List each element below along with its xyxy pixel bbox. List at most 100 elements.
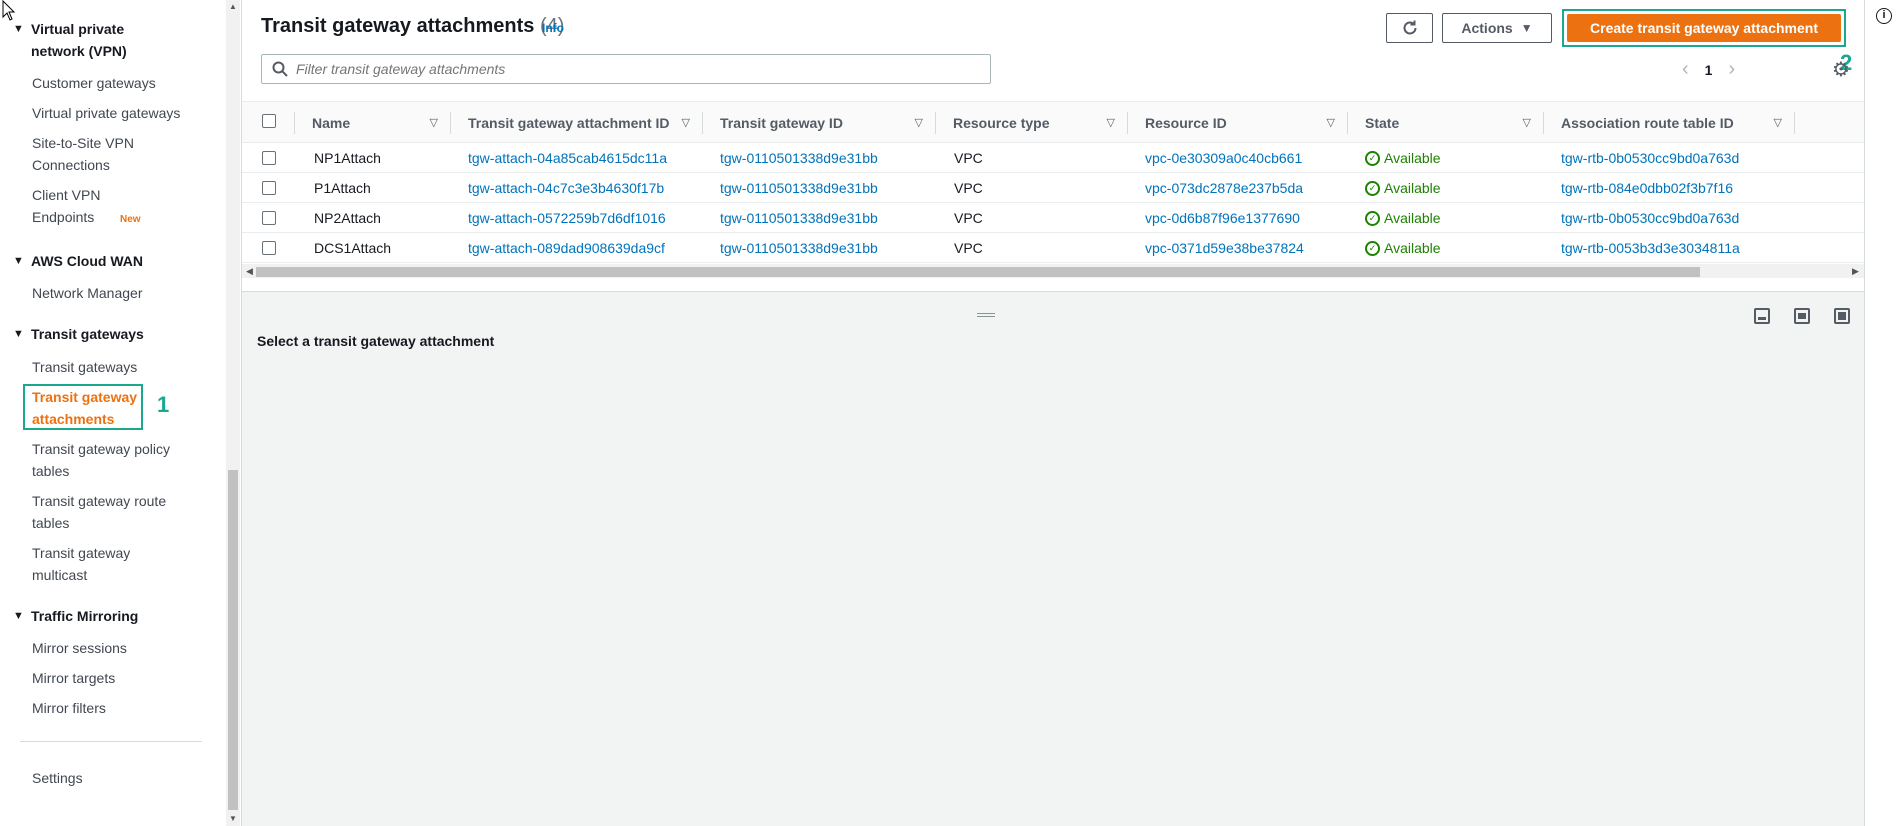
section-traffic-mirroring[interactable]: ▼ Traffic Mirroring <box>13 605 138 627</box>
sidebar-item-mirror-targets[interactable]: Mirror targets <box>32 667 192 689</box>
client-vpn-label: Client VPN Endpoints <box>32 187 101 225</box>
sidebar-item-mirror-sessions[interactable]: Mirror sessions <box>32 637 192 659</box>
sidebar-item-multicast[interactable]: Transit gateway multicast <box>32 542 147 586</box>
cell-transit-gateway-id-link[interactable]: tgw-0110501338d9e31bb <box>720 203 878 233</box>
cell-transit-gateway-id-link[interactable]: tgw-0110501338d9e31bb <box>720 233 878 263</box>
scroll-down-arrow-icon[interactable]: ▼ <box>228 814 238 823</box>
sidebar-item-settings[interactable]: Settings <box>32 767 192 789</box>
cell-resource-id-link[interactable]: vpc-0371d59e38be37824 <box>1145 233 1304 263</box>
column-header-name[interactable]: Name ▽ <box>312 102 450 143</box>
actions-label: Actions <box>1461 20 1513 36</box>
column-header-state[interactable]: State ▽ <box>1365 102 1543 143</box>
sidebar-item-virtual-private-gateways[interactable]: Virtual private gateways <box>32 102 192 124</box>
state-label: Available <box>1384 180 1441 196</box>
column-divider <box>702 112 703 134</box>
sidebar-item-transit-gateways[interactable]: Transit gateways <box>32 356 192 378</box>
cell-route-table-id-link[interactable]: tgw-rtb-0b0530cc9bd0a763d <box>1561 143 1739 173</box>
sort-icon: ▽ <box>914 117 923 129</box>
cell-attachment-id-link[interactable]: tgw-attach-04a85cab4615dc11a <box>468 143 667 173</box>
scroll-left-arrow-icon[interactable]: ◀ <box>246 264 253 278</box>
row-checkbox[interactable] <box>262 241 276 255</box>
row-checkbox[interactable] <box>262 211 276 225</box>
page-title-text: Transit gateway attachments <box>261 15 535 37</box>
column-header-resource-type[interactable]: Resource type ▽ <box>953 102 1127 143</box>
filter-input[interactable] <box>296 61 976 77</box>
sort-icon: ▽ <box>1326 117 1335 129</box>
section-transit-gateways-title: Transit gateways <box>31 326 144 342</box>
row-checkbox[interactable] <box>262 181 276 195</box>
info-link[interactable]: Info <box>542 21 564 35</box>
sort-icon: ▽ <box>1106 117 1115 129</box>
horizontal-scrollbar-thumb[interactable] <box>256 267 1700 277</box>
cell-resource-type: VPC <box>954 240 983 256</box>
cell-route-table-id-link[interactable]: tgw-rtb-0053b3d3e3034811a <box>1561 233 1740 263</box>
cell-resource-id-link[interactable]: vpc-0d6b87f96e1377690 <box>1145 203 1300 233</box>
check-circle-icon: ✓ <box>1365 240 1380 256</box>
sidebar-item-policy-tables[interactable]: Transit gateway policy tables <box>32 438 182 482</box>
split-full-view-icon[interactable] <box>1834 308 1850 324</box>
filter-box[interactable] <box>261 54 991 84</box>
cell-route-table-id-link[interactable]: tgw-rtb-0b0530cc9bd0a763d <box>1561 203 1739 233</box>
select-all-checkbox[interactable] <box>262 114 276 128</box>
column-header-transit-gateway-id[interactable]: Transit gateway ID ▽ <box>720 102 935 143</box>
section-vpn-title: Virtual private network (VPN) <box>31 21 127 59</box>
state-label: Available <box>1384 240 1441 256</box>
cell-transit-gateway-id-link[interactable]: tgw-0110501338d9e31bb <box>720 143 878 173</box>
info-icon[interactable]: i <box>1876 8 1892 24</box>
split-side-view-icon[interactable] <box>1794 308 1810 324</box>
annotation-step-1: 1 <box>157 392 170 417</box>
cell-attachment-id-link[interactable]: tgw-attach-0572259b7d6df1016 <box>468 203 666 233</box>
split-bottom-view-icon[interactable] <box>1754 308 1770 324</box>
cell-state: ✓ Available <box>1365 233 1441 263</box>
table-row[interactable]: P1Attach tgw-attach-04c7c3e3b4630f17b tg… <box>242 173 1864 203</box>
column-label: State <box>1365 114 1400 131</box>
refresh-button[interactable] <box>1386 13 1433 43</box>
column-header-association-route-table-id[interactable]: Association route table ID ▽ <box>1561 102 1794 143</box>
scroll-up-arrow-icon[interactable]: ▲ <box>228 2 238 11</box>
cell-resource-id-link[interactable]: vpc-073dc2878e237b5da <box>1145 173 1303 203</box>
sidebar-item-site-to-site-vpn[interactable]: Site-to-Site VPN Connections <box>32 132 157 176</box>
new-badge: New <box>120 214 141 225</box>
cell-route-table-id-link[interactable]: tgw-rtb-084e0dbb02f3b7f16 <box>1561 173 1733 203</box>
sidebar-scrollbar-thumb[interactable] <box>228 470 238 810</box>
row-checkbox[interactable] <box>262 151 276 165</box>
column-label: Transit gateway ID <box>720 114 843 131</box>
sidebar-item-network-manager[interactable]: Network Manager <box>32 282 192 304</box>
table-horizontal-scrollbar[interactable]: ◀ ▶ <box>242 264 1864 278</box>
split-panel-drag-handle[interactable] <box>977 313 995 317</box>
table-row[interactable]: NP1Attach tgw-attach-04a85cab4615dc11a t… <box>242 143 1864 173</box>
main-content: Transit gateway attachments (4) Info Act… <box>241 0 1865 826</box>
table-row[interactable]: NP2Attach tgw-attach-0572259b7d6df1016 t… <box>242 203 1864 233</box>
cell-transit-gateway-id-link[interactable]: tgw-0110501338d9e31bb <box>720 173 878 203</box>
previous-page-icon[interactable]: ‹ <box>1682 58 1689 81</box>
current-page[interactable]: 1 <box>1705 62 1713 78</box>
next-page-icon[interactable]: › <box>1728 58 1735 81</box>
state-label: Available <box>1384 210 1441 226</box>
scroll-right-arrow-icon[interactable]: ▶ <box>1852 264 1859 278</box>
sidebar-item-customer-gateways[interactable]: Customer gateways <box>32 72 192 94</box>
cell-attachment-id-link[interactable]: tgw-attach-089dad908639da9cf <box>468 233 665 263</box>
column-header-attachment-id[interactable]: Transit gateway attachment ID ▽ <box>468 102 702 143</box>
sidebar: ▼ Virtual private network (VPN) Customer… <box>0 0 240 826</box>
cell-attachment-id-link[interactable]: tgw-attach-04c7c3e3b4630f17b <box>468 173 664 203</box>
sidebar-item-route-tables[interactable]: Transit gateway route tables <box>32 490 182 534</box>
table-row[interactable]: DCS1Attach tgw-attach-089dad908639da9cf … <box>242 233 1864 263</box>
section-traffic-mirroring-title: Traffic Mirroring <box>31 608 139 624</box>
sort-icon: ▽ <box>1522 117 1531 129</box>
caret-down-icon: ▼ <box>13 610 24 622</box>
section-cloud-wan[interactable]: ▼ AWS Cloud WAN <box>13 250 143 272</box>
column-divider <box>450 112 451 134</box>
sidebar-item-transit-gateway-attachments[interactable]: Transit gateway attachments <box>32 386 142 430</box>
actions-button[interactable]: Actions ▼ <box>1442 13 1552 43</box>
cell-resource-type: VPC <box>954 210 983 226</box>
gear-icon[interactable]: ⚙ <box>1832 57 1850 82</box>
sidebar-item-client-vpn-endpoints[interactable]: Client VPN Endpoints New <box>32 184 192 231</box>
section-transit-gateways[interactable]: ▼ Transit gateways <box>13 323 144 345</box>
sidebar-item-mirror-filters[interactable]: Mirror filters <box>32 697 192 719</box>
column-header-resource-id[interactable]: Resource ID ▽ <box>1145 102 1347 143</box>
cell-resource-id-link[interactable]: vpc-0e30309a0c40cb661 <box>1145 143 1302 173</box>
section-vpn[interactable]: ▼ Virtual private network (VPN) <box>13 18 181 62</box>
column-label: Resource type <box>953 114 1050 131</box>
check-circle-icon: ✓ <box>1365 180 1380 196</box>
create-transit-gateway-attachment-button[interactable]: Create transit gateway attachment <box>1567 14 1841 42</box>
